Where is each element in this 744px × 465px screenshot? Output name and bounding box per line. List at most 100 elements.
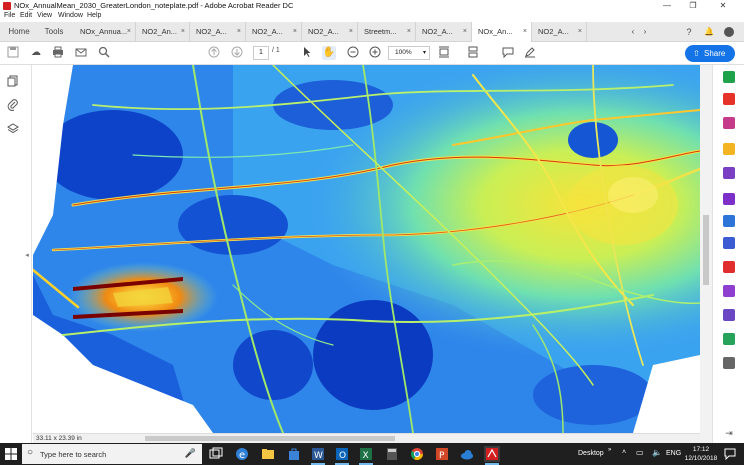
tray-chevron-up-icon[interactable]: ˄ (622, 449, 626, 456)
close-tab-icon[interactable]: × (349, 22, 353, 42)
minimize-button[interactable]: — (656, 0, 678, 12)
export-pdf-icon[interactable] (723, 71, 735, 83)
acrobat-reader-taskbar-icon[interactable] (484, 446, 500, 465)
highlight-pen-icon[interactable] (523, 46, 537, 60)
close-window-button[interactable]: ✕ (712, 0, 734, 12)
close-tab-icon[interactable]: × (293, 22, 297, 42)
select-cursor-icon[interactable] (300, 46, 314, 60)
hand-tool-icon[interactable]: ✋ (322, 46, 336, 60)
maximize-button[interactable]: ❐ (682, 0, 704, 12)
close-tab-icon[interactable]: × (523, 22, 527, 42)
fit-page-icon[interactable] (437, 46, 451, 60)
taskbar-search-box[interactable]: ○ Type here to search 🎤 (22, 444, 202, 464)
collapse-left-pane-icon[interactable]: ◂ (24, 249, 30, 263)
close-tab-icon[interactable]: × (407, 22, 411, 42)
document-tab[interactable]: Streetm... × (358, 22, 416, 42)
menu-window[interactable]: Window (58, 12, 83, 19)
input-language-indicator[interactable]: ENG (666, 450, 681, 457)
account-avatar[interactable] (722, 22, 736, 42)
powerpoint-icon[interactable]: P (434, 446, 450, 462)
excel-icon[interactable]: X (358, 446, 374, 465)
save-icon[interactable] (6, 46, 20, 60)
tabs-scroll-left-icon[interactable]: ‹ (627, 22, 639, 42)
zoom-in-icon[interactable] (368, 46, 382, 60)
zoom-level-select[interactable]: 100% ▾ (388, 46, 430, 60)
measure-icon[interactable] (723, 309, 735, 321)
store-icon[interactable] (286, 446, 302, 462)
collapse-right-pane-icon[interactable]: ⇥ (723, 427, 735, 439)
fill-sign-icon[interactable] (723, 261, 735, 273)
network-wired-icon[interactable]: ▭ (636, 448, 644, 457)
menu-view[interactable]: View (37, 12, 52, 19)
email-icon[interactable] (74, 46, 88, 60)
close-tab-icon[interactable]: × (463, 22, 467, 42)
taskbar-clock[interactable]: 17:12 12/10/2018 (683, 445, 719, 463)
help-icon[interactable]: ? (682, 22, 696, 42)
volume-icon[interactable]: 🔈 (652, 448, 662, 457)
toolbar-expand-icon[interactable]: » (608, 447, 611, 453)
horizontal-scrollbar[interactable] (145, 436, 395, 441)
onedrive-cloud-icon[interactable] (459, 446, 475, 462)
attachments-paperclip-icon[interactable] (6, 99, 20, 113)
document-tab[interactable]: NOx_Annua... × (74, 22, 136, 42)
document-tab-label: NO2_An... (142, 27, 178, 36)
tab-tools[interactable]: Tools (40, 22, 68, 42)
vertical-scrollbar[interactable] (700, 65, 712, 443)
close-tab-icon[interactable]: × (237, 22, 241, 42)
redact-icon[interactable] (723, 215, 735, 227)
notifications-bell-icon[interactable]: 🔔 (702, 22, 716, 42)
comment-tool-icon[interactable] (723, 143, 735, 155)
windows-start-icon[interactable] (4, 447, 18, 461)
word-icon[interactable]: W (310, 446, 326, 465)
previous-page-icon[interactable] (207, 46, 221, 60)
more-tools-icon[interactable] (723, 357, 735, 369)
zoom-out-icon[interactable] (346, 46, 360, 60)
tabs-scroll-right-icon[interactable]: › (639, 22, 651, 42)
menu-help[interactable]: Help (87, 12, 101, 19)
task-view-icon[interactable] (208, 446, 224, 462)
document-tab[interactable]: NO2_A... × (246, 22, 302, 42)
close-tab-icon[interactable]: × (181, 22, 185, 42)
action-center-icon[interactable] (724, 448, 736, 461)
edge-browser-icon[interactable]: e (234, 446, 250, 462)
comment-icon[interactable] (501, 46, 515, 60)
close-tab-icon[interactable]: × (127, 22, 131, 42)
print-icon[interactable] (51, 46, 65, 60)
page-thumbnails-icon[interactable] (6, 75, 20, 89)
document-tab[interactable]: NO2_A... × (302, 22, 358, 42)
svg-text:W: W (314, 451, 323, 461)
clock-time: 17:12 (692, 446, 710, 453)
edit-pdf-icon[interactable] (723, 117, 735, 129)
microphone-icon[interactable]: 🎤 (185, 448, 196, 459)
menu-edit[interactable]: Edit (20, 12, 32, 19)
create-pdf-icon[interactable] (723, 93, 735, 105)
document-tab[interactable]: NO2_A... × (416, 22, 472, 42)
layers-icon[interactable] (6, 123, 20, 137)
document-tab[interactable]: NO2_An... × (136, 22, 190, 42)
protect-shield-icon[interactable] (723, 237, 735, 249)
organize-pages-icon[interactable] (723, 193, 735, 205)
outlook-icon[interactable]: O (334, 446, 350, 465)
desktop-toolbar-label[interactable]: Desktop (578, 450, 604, 457)
send-for-signature-icon[interactable] (723, 285, 735, 297)
close-tab-icon[interactable]: × (578, 22, 582, 42)
calculator-icon[interactable] (384, 446, 400, 462)
share-button[interactable]: ⇧ Share (685, 45, 735, 62)
vertical-scrollbar-thumb[interactable] (703, 215, 709, 285)
pdf-map-canvas[interactable] (33, 65, 700, 433)
file-explorer-icon[interactable] (260, 446, 276, 462)
next-page-icon[interactable] (230, 46, 244, 60)
document-tab[interactable]: NOx_An... × (472, 22, 532, 42)
send-for-review-icon[interactable] (723, 333, 735, 345)
window-title: NOx_AnnualMean_2030_GreaterLondon_notepl… (14, 1, 294, 10)
document-tab[interactable]: NO2_A... × (532, 22, 587, 42)
document-tab[interactable]: NO2_A... × (190, 22, 246, 42)
chrome-icon[interactable] (409, 446, 425, 462)
page-number-input[interactable]: 1 (253, 46, 269, 60)
search-icon[interactable] (97, 46, 111, 60)
tab-home[interactable]: Home (4, 22, 34, 42)
scroll-mode-icon[interactable] (466, 46, 480, 60)
menu-file[interactable]: File (4, 12, 15, 19)
cloud-upload-icon[interactable]: ☁ (29, 46, 43, 60)
combine-files-icon[interactable] (723, 167, 735, 179)
